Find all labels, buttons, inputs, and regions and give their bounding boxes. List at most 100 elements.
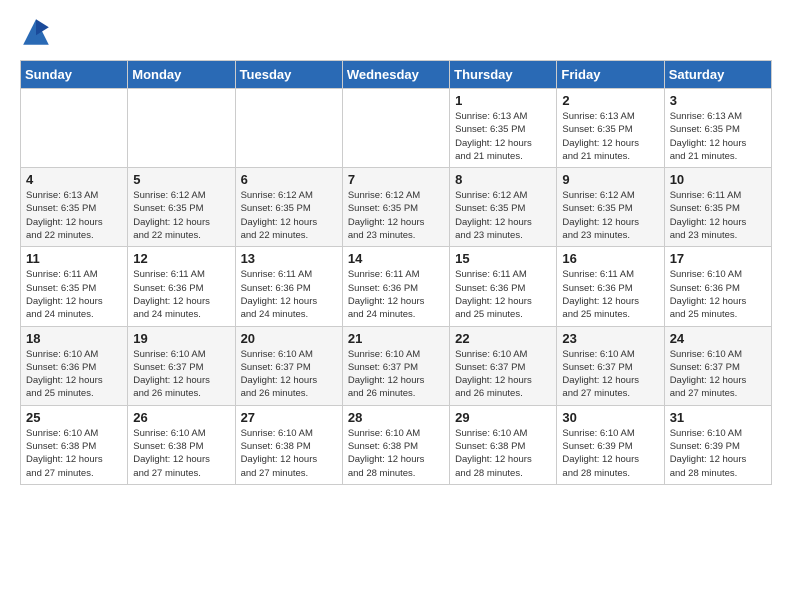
day-number: 26 [133,410,229,425]
weekday-monday: Monday [128,61,235,89]
day-number: 27 [241,410,337,425]
day-info: Sunrise: 6:11 AM Sunset: 6:36 PM Dayligh… [348,268,444,321]
week-row-1: 1 Sunrise: 6:13 AM Sunset: 6:35 PM Daylig… [21,89,772,168]
calendar-cell [342,89,449,168]
day-number: 12 [133,251,229,266]
day-number: 29 [455,410,551,425]
page: SundayMondayTuesdayWednesdayThursdayFrid… [0,0,792,505]
day-number: 21 [348,331,444,346]
day-info: Sunrise: 6:10 AM Sunset: 6:39 PM Dayligh… [670,427,766,480]
calendar-cell [21,89,128,168]
calendar-cell: 18Sunrise: 6:10 AM Sunset: 6:36 PM Dayli… [21,326,128,405]
day-number: 20 [241,331,337,346]
calendar-cell [235,89,342,168]
day-info: Sunrise: 6:11 AM Sunset: 6:36 PM Dayligh… [562,268,658,321]
day-number: 25 [26,410,122,425]
day-info: Sunrise: 6:10 AM Sunset: 6:38 PM Dayligh… [455,427,551,480]
day-info: Sunrise: 6:12 AM Sunset: 6:35 PM Dayligh… [133,189,229,242]
day-number: 31 [670,410,766,425]
weekday-wednesday: Wednesday [342,61,449,89]
day-number: 6 [241,172,337,187]
day-info: Sunrise: 6:13 AM Sunset: 6:35 PM Dayligh… [26,189,122,242]
day-info: Sunrise: 6:13 AM Sunset: 6:35 PM Dayligh… [562,110,658,163]
weekday-header-row: SundayMondayTuesdayWednesdayThursdayFrid… [21,61,772,89]
calendar-cell: 29 Sunrise: 6:10 AM Sunset: 6:38 PM Dayli… [450,405,557,484]
calendar-cell: 25 Sunrise: 6:10 AM Sunset: 6:38 PM Dayli… [21,405,128,484]
day-info: Sunrise: 6:12 AM Sunset: 6:35 PM Dayligh… [241,189,337,242]
weekday-saturday: Saturday [664,61,771,89]
calendar-cell: 4 Sunrise: 6:13 AM Sunset: 6:35 PM Daylig… [21,168,128,247]
day-number: 19 [133,331,229,346]
calendar-cell: 28 Sunrise: 6:10 AM Sunset: 6:38 PM Dayli… [342,405,449,484]
calendar-cell: 14 Sunrise: 6:11 AM Sunset: 6:36 PM Dayli… [342,247,449,326]
day-number: 18 [26,331,122,346]
header [20,16,772,48]
day-info: Sunrise: 6:10 AM Sunset: 6:37 PM Dayligh… [133,348,229,401]
calendar-cell: 22 Sunrise: 6:10 AM Sunset: 6:37 PM Dayli… [450,326,557,405]
calendar-cell: 30 Sunrise: 6:10 AM Sunset: 6:39 PM Dayli… [557,405,664,484]
day-number: 7 [348,172,444,187]
weekday-sunday: Sunday [21,61,128,89]
weekday-friday: Friday [557,61,664,89]
calendar-cell: 27 Sunrise: 6:10 AM Sunset: 6:38 PM Dayli… [235,405,342,484]
day-number: 4 [26,172,122,187]
calendar-cell: 23Sunrise: 6:10 AM Sunset: 6:37 PM Dayli… [557,326,664,405]
day-number: 3 [670,93,766,108]
calendar-cell: 17Sunrise: 6:10 AM Sunset: 6:36 PM Dayli… [664,247,771,326]
calendar-cell: 6 Sunrise: 6:12 AM Sunset: 6:35 PM Daylig… [235,168,342,247]
day-info: Sunrise: 6:10 AM Sunset: 6:39 PM Dayligh… [562,427,658,480]
day-number: 1 [455,93,551,108]
calendar-body: 1 Sunrise: 6:13 AM Sunset: 6:35 PM Daylig… [21,89,772,485]
calendar-cell: 12 Sunrise: 6:11 AM Sunset: 6:36 PM Dayli… [128,247,235,326]
day-info: Sunrise: 6:10 AM Sunset: 6:36 PM Dayligh… [670,268,766,321]
day-number: 2 [562,93,658,108]
day-info: Sunrise: 6:10 AM Sunset: 6:37 PM Dayligh… [241,348,337,401]
day-number: 13 [241,251,337,266]
calendar-cell: 10 Sunrise: 6:11 AM Sunset: 6:35 PM Dayli… [664,168,771,247]
week-row-4: 18Sunrise: 6:10 AM Sunset: 6:36 PM Dayli… [21,326,772,405]
day-number: 22 [455,331,551,346]
calendar-cell: 1 Sunrise: 6:13 AM Sunset: 6:35 PM Daylig… [450,89,557,168]
weekday-thursday: Thursday [450,61,557,89]
day-info: Sunrise: 6:10 AM Sunset: 6:38 PM Dayligh… [241,427,337,480]
day-info: Sunrise: 6:12 AM Sunset: 6:35 PM Dayligh… [455,189,551,242]
day-info: Sunrise: 6:10 AM Sunset: 6:38 PM Dayligh… [348,427,444,480]
calendar-cell: 26 Sunrise: 6:10 AM Sunset: 6:38 PM Dayli… [128,405,235,484]
day-info: Sunrise: 6:10 AM Sunset: 6:37 PM Dayligh… [348,348,444,401]
day-info: Sunrise: 6:12 AM Sunset: 6:35 PM Dayligh… [348,189,444,242]
calendar-cell: 5Sunrise: 6:12 AM Sunset: 6:35 PM Daylig… [128,168,235,247]
day-info: Sunrise: 6:11 AM Sunset: 6:35 PM Dayligh… [670,189,766,242]
day-number: 30 [562,410,658,425]
week-row-2: 4 Sunrise: 6:13 AM Sunset: 6:35 PM Daylig… [21,168,772,247]
week-row-3: 11 Sunrise: 6:11 AM Sunset: 6:35 PM Dayli… [21,247,772,326]
calendar-cell: 2 Sunrise: 6:13 AM Sunset: 6:35 PM Daylig… [557,89,664,168]
day-info: Sunrise: 6:10 AM Sunset: 6:38 PM Dayligh… [133,427,229,480]
calendar-cell: 3Sunrise: 6:13 AM Sunset: 6:35 PM Daylig… [664,89,771,168]
calendar-cell: 11 Sunrise: 6:11 AM Sunset: 6:35 PM Dayli… [21,247,128,326]
logo-icon [20,16,52,48]
day-info: Sunrise: 6:10 AM Sunset: 6:37 PM Dayligh… [670,348,766,401]
day-number: 28 [348,410,444,425]
day-number: 11 [26,251,122,266]
calendar-table: SundayMondayTuesdayWednesdayThursdayFrid… [20,60,772,485]
day-number: 9 [562,172,658,187]
calendar-cell: 21 Sunrise: 6:10 AM Sunset: 6:37 PM Dayli… [342,326,449,405]
day-number: 16 [562,251,658,266]
calendar-cell: 8Sunrise: 6:12 AM Sunset: 6:35 PM Daylig… [450,168,557,247]
day-info: Sunrise: 6:11 AM Sunset: 6:35 PM Dayligh… [26,268,122,321]
day-info: Sunrise: 6:12 AM Sunset: 6:35 PM Dayligh… [562,189,658,242]
day-info: Sunrise: 6:13 AM Sunset: 6:35 PM Dayligh… [455,110,551,163]
day-info: Sunrise: 6:10 AM Sunset: 6:37 PM Dayligh… [455,348,551,401]
day-number: 10 [670,172,766,187]
day-info: Sunrise: 6:10 AM Sunset: 6:37 PM Dayligh… [562,348,658,401]
calendar-cell: 15Sunrise: 6:11 AM Sunset: 6:36 PM Dayli… [450,247,557,326]
day-number: 24 [670,331,766,346]
day-number: 14 [348,251,444,266]
day-info: Sunrise: 6:11 AM Sunset: 6:36 PM Dayligh… [133,268,229,321]
weekday-tuesday: Tuesday [235,61,342,89]
calendar-cell: 13 Sunrise: 6:11 AM Sunset: 6:36 PM Dayli… [235,247,342,326]
day-number: 15 [455,251,551,266]
week-row-5: 25 Sunrise: 6:10 AM Sunset: 6:38 PM Dayli… [21,405,772,484]
day-info: Sunrise: 6:11 AM Sunset: 6:36 PM Dayligh… [241,268,337,321]
day-info: Sunrise: 6:10 AM Sunset: 6:38 PM Dayligh… [26,427,122,480]
